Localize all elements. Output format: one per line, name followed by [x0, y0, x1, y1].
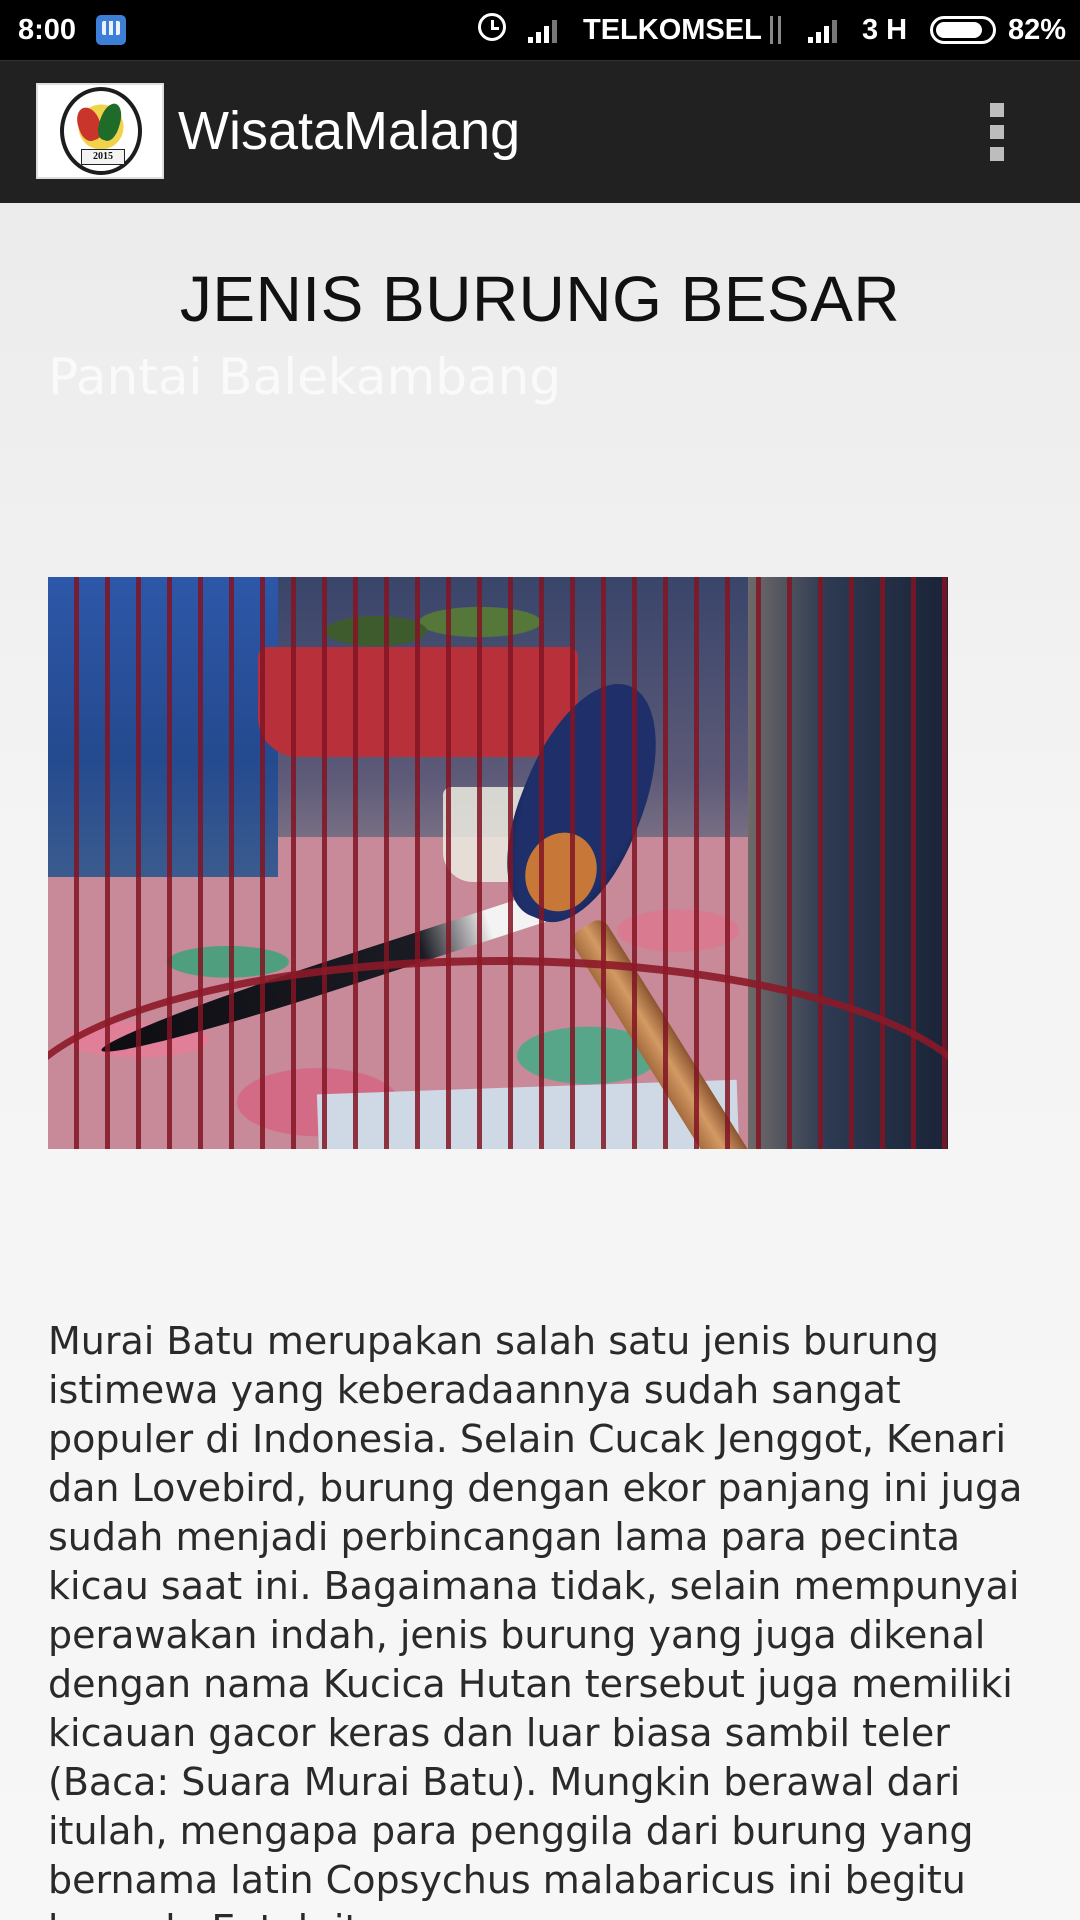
- network-type: 3 H: [862, 14, 908, 46]
- page-subtitle: Pantai Balekambang: [48, 348, 562, 406]
- battery-percent: 82%: [1008, 14, 1067, 46]
- battery-icon: [930, 16, 996, 44]
- alarm-icon: [478, 13, 506, 41]
- carrier-name: TELKOMSEL: [583, 14, 762, 46]
- bbm-icon: [96, 15, 126, 45]
- screen: 8:00 TELKOMSEL 3 H 82% 2015 WisataMalang…: [0, 0, 1080, 1920]
- signal-icon: [808, 17, 844, 43]
- bird-photo: [48, 577, 948, 1149]
- signal-icon: [528, 17, 564, 43]
- status-bar: 8:00 TELKOMSEL 3 H 82%: [0, 0, 1080, 60]
- app-logo[interactable]: 2015: [36, 83, 164, 179]
- overflow-menu-icon[interactable]: [982, 101, 1012, 165]
- page-title: JENIS BURUNG BESAR: [179, 263, 901, 335]
- data-activity-icon: [765, 16, 787, 44]
- article-body: Murai Batu merupakan salah satu jenis bu…: [48, 1319, 1023, 1920]
- logo-year: 2015: [81, 149, 125, 165]
- action-bar: 2015 WisataMalang: [0, 60, 1080, 203]
- status-time: 8:00: [18, 14, 77, 46]
- app-title: WisataMalang: [178, 101, 521, 161]
